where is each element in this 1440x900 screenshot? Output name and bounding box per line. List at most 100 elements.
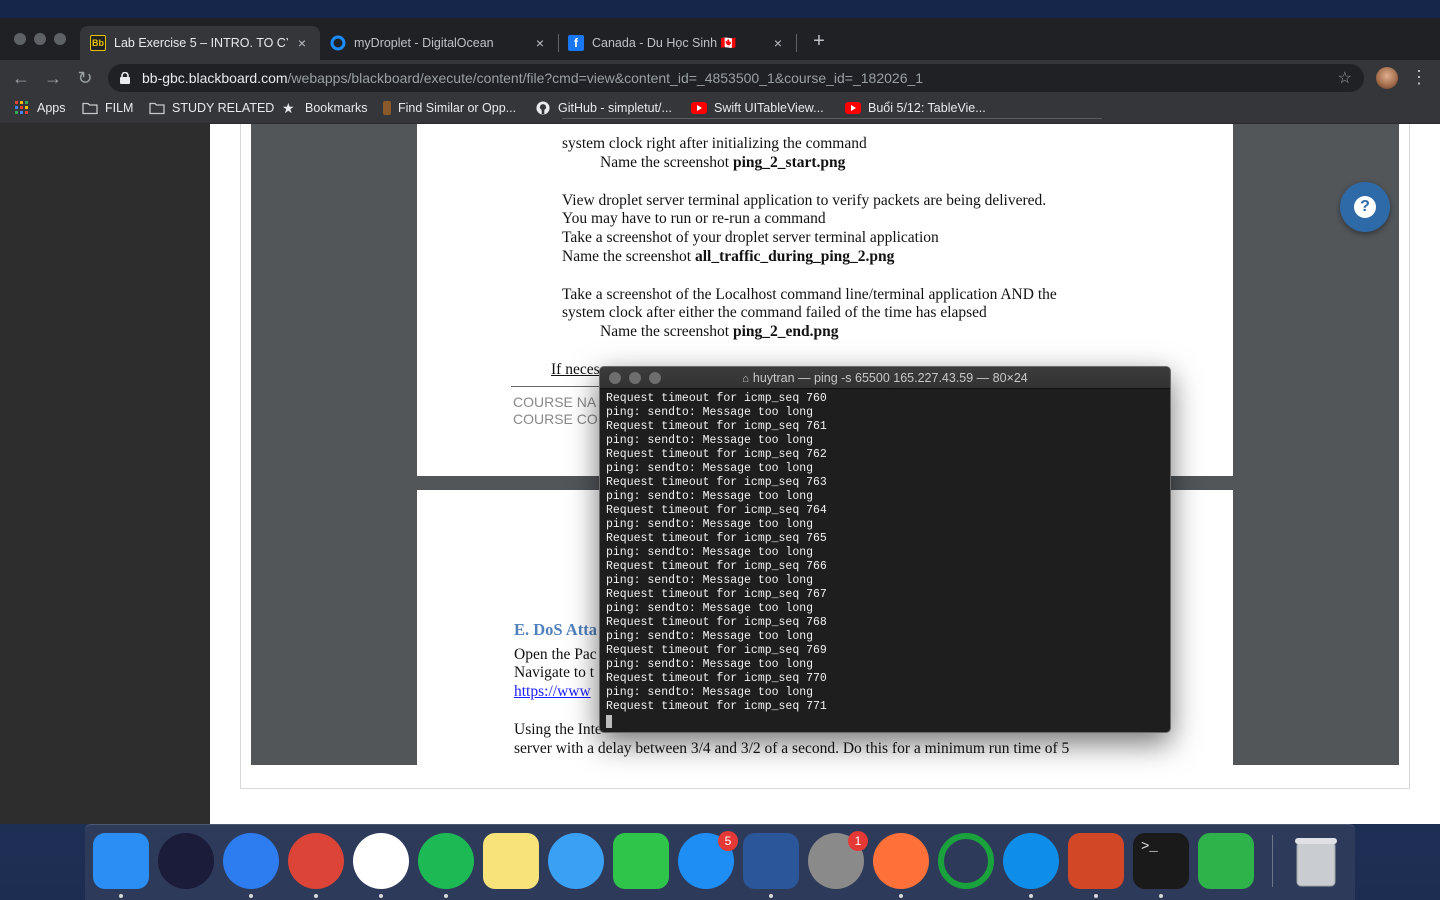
tab-bar: Bb Lab Exercise 5 – INTRO. TO CYB × myDr… bbox=[0, 18, 1440, 60]
address-bar[interactable]: bb-gbc.blackboard.com/webapps/blackboard… bbox=[108, 64, 1364, 92]
bookmark-label: Bookmarks bbox=[305, 101, 368, 115]
terminal-prompt-line[interactable] bbox=[606, 714, 827, 728]
word-icon[interactable] bbox=[743, 833, 799, 889]
terminal-line: Request timeout for icmp_seq 769 bbox=[606, 644, 827, 657]
bookmark-folder-film[interactable]: FILM bbox=[82, 101, 133, 115]
bookmark-github[interactable]: GitHub - simpletut/... bbox=[535, 101, 672, 115]
tab-close-icon[interactable]: × bbox=[294, 35, 310, 51]
notification-badge: 5 bbox=[718, 831, 738, 851]
bookmark-favicon bbox=[383, 101, 391, 115]
facebook-icon: f bbox=[568, 35, 584, 51]
terminal-line: ping: sendto: Message too long bbox=[606, 686, 814, 699]
footer-course-code: COURSE CO bbox=[513, 411, 598, 427]
doc-line: system clock right after initializing th… bbox=[562, 135, 867, 152]
bookmark-swift-uitableview[interactable]: Swift UITableView... bbox=[691, 101, 824, 115]
powerpoint-icon[interactable] bbox=[1068, 833, 1124, 889]
running-indicator bbox=[1029, 894, 1033, 898]
doc-link[interactable]: https://www bbox=[514, 683, 591, 701]
doc-line: Take a screenshot of the Localhost comma… bbox=[562, 286, 1057, 303]
bookmark-folder-study[interactable]: STUDY RELATED bbox=[149, 101, 274, 115]
minimize-window-button[interactable] bbox=[34, 33, 46, 45]
running-indicator bbox=[1094, 894, 1098, 898]
terminal-line: ping: sendto: Message too long bbox=[606, 574, 814, 587]
running-indicator bbox=[249, 894, 253, 898]
doc-line: Take a screenshot of your droplet server… bbox=[562, 229, 939, 246]
back-button[interactable]: ← bbox=[10, 67, 32, 89]
bookmark-label: Buổi 5/12: TableVie... bbox=[868, 101, 986, 115]
terminal-output[interactable]: Request timeout for icmp_seq 760 ping: se… bbox=[606, 392, 827, 728]
folder-icon bbox=[149, 102, 165, 115]
tab-canada[interactable]: f Canada - Du Học Sinh 🇨🇦 × bbox=[558, 26, 796, 60]
running-indicator bbox=[1159, 894, 1163, 898]
photos-icon[interactable] bbox=[353, 833, 409, 889]
close-window-button[interactable] bbox=[14, 33, 26, 45]
running-indicator bbox=[444, 894, 448, 898]
terminal-line: Request timeout for icmp_seq 766 bbox=[606, 560, 827, 573]
terminal-line: Request timeout for icmp_seq 763 bbox=[606, 476, 827, 489]
terminal-titlebar[interactable]: ⌂ huytran — ping -s 65500 165.227.43.59 —… bbox=[600, 367, 1170, 389]
bookmark-find-similar[interactable]: Find Similar or Opp... bbox=[383, 101, 516, 115]
url-host: bb-gbc.blackboard.com bbox=[142, 70, 288, 86]
firefox-icon[interactable] bbox=[873, 833, 929, 889]
terminal-line: Request timeout for icmp_seq 768 bbox=[606, 616, 827, 629]
system-preferences-icon[interactable]: 1 bbox=[808, 831, 868, 889]
reload-button[interactable]: ↻ bbox=[74, 67, 96, 89]
dock-separator bbox=[1272, 835, 1273, 887]
new-tab-button[interactable]: + bbox=[808, 30, 830, 52]
messages-icon[interactable] bbox=[548, 833, 604, 889]
tab-close-icon[interactable]: × bbox=[532, 35, 548, 51]
terminal-line: Request timeout for icmp_seq 762 bbox=[606, 448, 827, 461]
terminal-line: Request timeout for icmp_seq 761 bbox=[606, 420, 827, 433]
terminal-line: ping: sendto: Message too long bbox=[606, 406, 814, 419]
help-button[interactable]: ? bbox=[1340, 182, 1390, 232]
tab-mydroplet[interactable]: myDroplet - DigitalOcean × bbox=[320, 26, 558, 60]
terminal-line: ping: sendto: Message too long bbox=[606, 630, 814, 643]
tab-close-icon[interactable]: × bbox=[770, 35, 786, 51]
doc-line: Navigate to t bbox=[514, 664, 595, 681]
clipped-text-line bbox=[562, 118, 1102, 124]
bookmark-star-icon[interactable]: ☆ bbox=[1338, 68, 1352, 88]
notes-icon[interactable] bbox=[483, 833, 539, 889]
browser-toolbar: ← → ↻ bb-gbc.blackboard.com/webapps/blac… bbox=[0, 60, 1440, 96]
bookmark-buoi-tableview[interactable]: Buổi 5/12: TableVie... bbox=[845, 101, 986, 115]
finder-icon[interactable] bbox=[93, 833, 149, 889]
teamviewer-icon[interactable] bbox=[1003, 833, 1059, 889]
circle-app-icon[interactable] bbox=[938, 833, 994, 889]
trash-icon[interactable] bbox=[1288, 833, 1344, 889]
terminal-line: Request timeout for icmp_seq 767 bbox=[606, 588, 827, 601]
chrome-icon[interactable] bbox=[288, 833, 344, 889]
doc-line: system clock after either the command fa… bbox=[562, 304, 987, 321]
bookmark-apps[interactable]: Apps bbox=[14, 101, 66, 115]
facetime-icon[interactable] bbox=[613, 833, 669, 889]
safari-icon[interactable] bbox=[223, 833, 279, 889]
app-store-icon[interactable]: 5 bbox=[678, 831, 738, 889]
terminal-window[interactable]: ⌂ huytran — ping -s 65500 165.227.43.59 —… bbox=[599, 366, 1171, 733]
browser-menu-icon[interactable]: ⋮ bbox=[1410, 66, 1428, 88]
gear-app-icon[interactable] bbox=[1198, 833, 1254, 889]
forward-button[interactable]: → bbox=[42, 67, 64, 89]
doc-line: Name the screenshot ping_2_start.png bbox=[600, 154, 846, 171]
doc-line: server with a delay between 3/4 and 3/2 … bbox=[514, 740, 1070, 757]
terminal-line: Request timeout for icmp_seq 760 bbox=[606, 392, 827, 405]
footer-course-name: COURSE NA bbox=[513, 394, 597, 410]
home-folder-icon: ⌂ bbox=[742, 373, 749, 385]
tab-lab-exercise[interactable]: Bb Lab Exercise 5 – INTRO. TO CYB × bbox=[80, 26, 320, 60]
bookmark-label: STUDY RELATED bbox=[172, 101, 275, 115]
profile-avatar[interactable] bbox=[1376, 67, 1398, 89]
terminal-line: ping: sendto: Message too long bbox=[606, 434, 814, 447]
zoom-window-button[interactable] bbox=[54, 33, 66, 45]
doc-line: Using the Inte bbox=[514, 721, 602, 738]
github-icon bbox=[536, 101, 550, 115]
siri-icon[interactable] bbox=[158, 833, 214, 889]
tab-title: Canada - Du Học Sinh 🇨🇦 bbox=[592, 35, 737, 50]
digitalocean-icon bbox=[330, 35, 346, 51]
dock: 5 1 >_ bbox=[85, 824, 1355, 900]
terminal-cursor bbox=[606, 715, 612, 728]
terminal-icon[interactable]: >_ bbox=[1133, 833, 1189, 889]
doc-line: View droplet server terminal application… bbox=[562, 192, 1047, 209]
bookmark-label: Find Similar or Opp... bbox=[398, 101, 517, 115]
notification-badge: 1 bbox=[848, 831, 868, 851]
spotify-icon[interactable] bbox=[418, 833, 474, 889]
bookmark-folder-bookmarks[interactable]: ★ Bookmarks bbox=[282, 101, 368, 115]
doc-line: Name the screenshot all_traffic_during_p… bbox=[562, 248, 895, 265]
